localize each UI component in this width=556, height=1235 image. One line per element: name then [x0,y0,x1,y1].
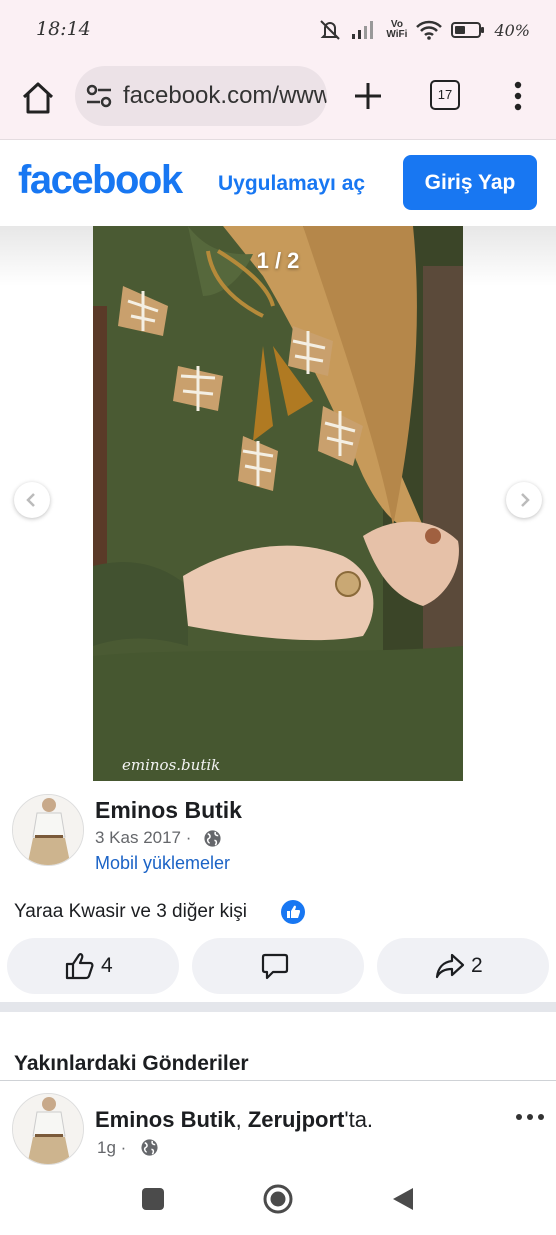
avatar-image [13,795,83,865]
battery-percent: 40% [494,20,530,40]
previous-photo-button[interactable] [14,482,50,518]
facebook-logo[interactable]: facebook [18,158,183,203]
reactions-summary[interactable]: Yaraa Kwasir ve 3 diğer kişi [14,901,247,923]
facebook-header: facebook Uygulamayı aç Giriş Yap [0,140,556,226]
browser-toolbar: facebook.com/wwww 17 [0,58,556,140]
nearby-post-time[interactable]: 1g · [97,1138,126,1158]
share-icon [435,953,465,979]
nearby-post-header[interactable]: Eminos Butik, Zerujport'ta. [95,1107,373,1133]
section-divider [0,1002,556,1012]
chevron-left-icon [26,493,35,507]
like-button[interactable]: 4 [7,938,179,994]
mute-icon [320,20,341,40]
recent-apps-button[interactable] [142,1188,164,1210]
status-icons: Vo WiFi 40% [318,16,530,44]
photo-viewer: 1 / 2 eminos.butik [0,226,556,782]
home-icon[interactable] [18,78,58,118]
globe-icon [141,1139,158,1156]
album-link[interactable]: Mobil yüklemeler [95,853,230,874]
open-app-link[interactable]: Uygulamayı aç [218,172,365,196]
battery-icon [451,22,485,38]
more-vert-icon[interactable] [505,78,531,114]
vowifi-indicator: Vo WiFi [386,19,408,40]
thumbs-up-icon [65,953,94,980]
photo-watermark: eminos.butik [122,756,221,774]
like-reaction-badge [281,900,305,924]
address-bar[interactable]: facebook.com/wwww [75,66,327,126]
like-count: 4 [101,954,113,977]
status-bar: 18:14 Vo WiFi 40% [0,0,556,58]
comment-icon [261,953,289,980]
comment-button[interactable] [192,938,364,994]
location-suffix: 'ta. [344,1107,374,1132]
nearby-author-name[interactable]: Eminos Butik [95,1107,236,1132]
post-photo[interactable] [93,226,463,781]
photo-counter: 1 / 2 [256,248,300,273]
globe-icon [204,830,221,847]
home-nav-icon[interactable] [262,1183,294,1215]
status-time: 18:14 [36,18,91,40]
tab-switcher-button[interactable]: 17 [430,80,460,110]
nearby-divider [0,1080,556,1081]
site-settings-icon[interactable] [85,83,113,109]
nearby-author-avatar[interactable] [12,1093,84,1165]
nearby-location[interactable]: Zerujport [248,1107,345,1132]
next-photo-button[interactable] [506,482,542,518]
share-count: 2 [471,954,483,977]
back-nav-icon[interactable] [391,1186,415,1212]
url-text[interactable]: facebook.com/wwww [123,82,327,110]
login-button[interactable]: Giriş Yap [403,155,537,210]
wifi-icon [416,20,443,40]
new-tab-icon[interactable] [350,78,386,114]
thumbs-up-icon [287,905,300,918]
share-button[interactable]: 2 [377,938,549,994]
more-options-icon[interactable] [514,1104,546,1130]
signal-icon [352,21,374,39]
post-author-name[interactable]: Eminos Butik [95,797,242,824]
post-date[interactable]: 3 Kas 2017 · [95,828,191,848]
avatar-image [13,1094,83,1164]
nearby-posts-title: Yakınlardaki Gönderiler [14,1052,249,1075]
author-avatar[interactable] [12,794,84,866]
chevron-right-icon [521,493,530,507]
system-navigation-bar [0,1165,556,1235]
location-separator: , [235,1107,248,1132]
